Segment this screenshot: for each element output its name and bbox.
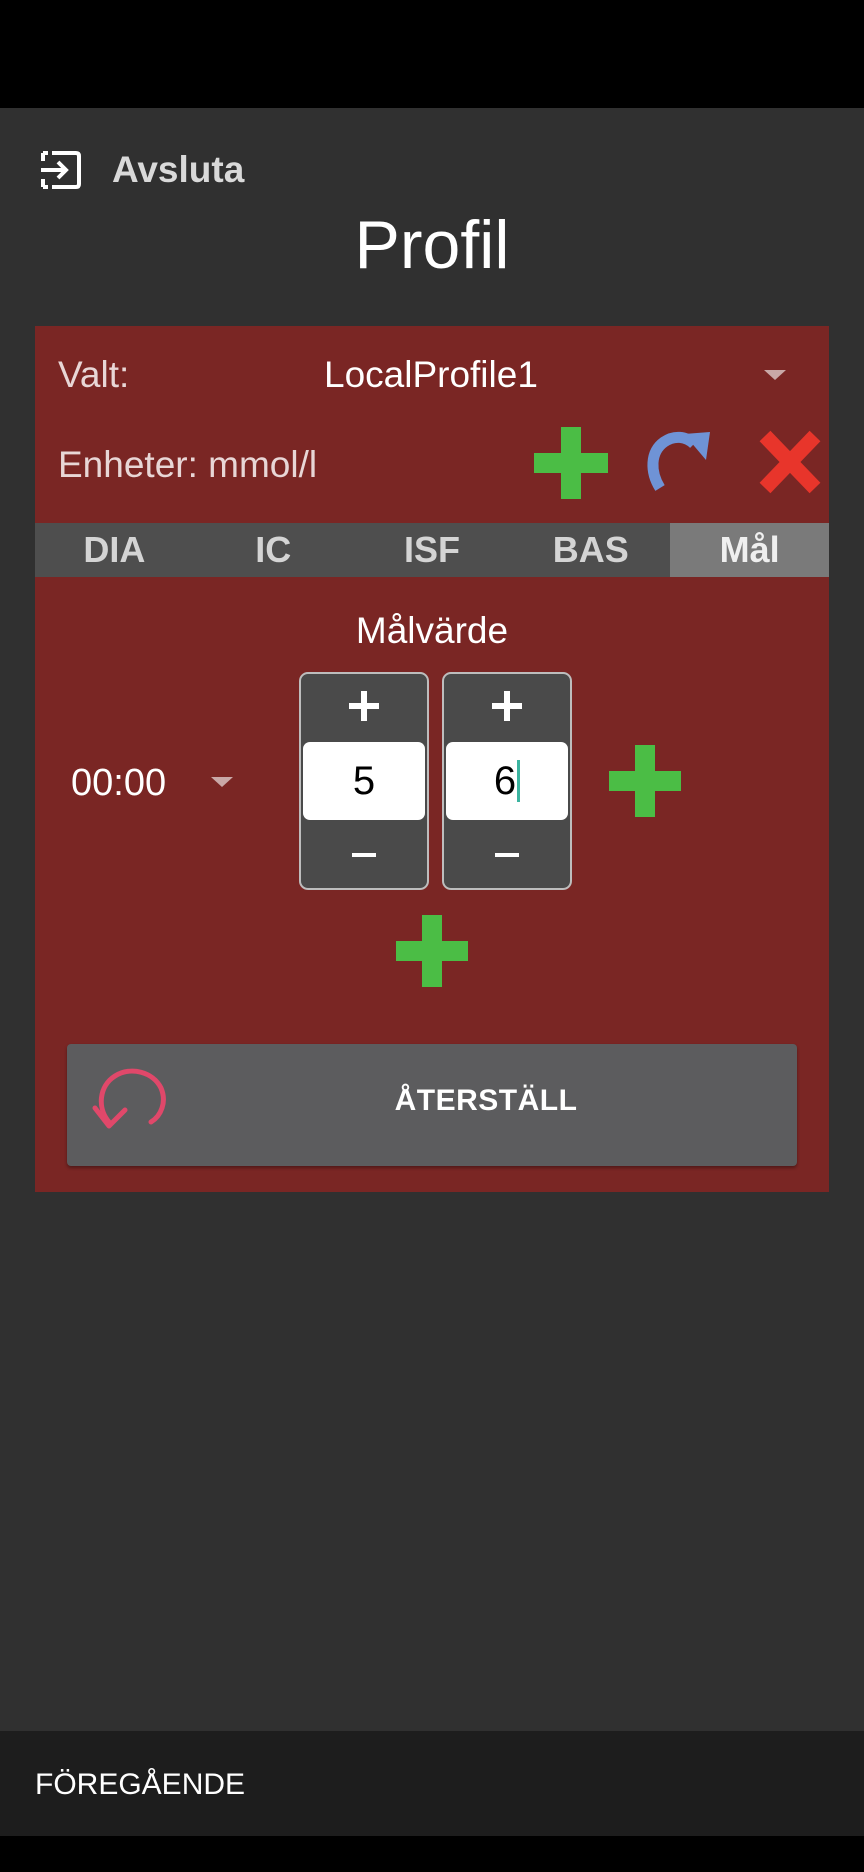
add-icon	[609, 745, 681, 817]
high-target-input[interactable]: 6	[446, 742, 568, 820]
reset-label: ÅTERSTÄLL	[394, 1084, 578, 1117]
low-target-stepper: 5	[299, 672, 429, 890]
clone-profile-icon	[647, 431, 710, 491]
profile-name: LocalProfile1	[324, 354, 538, 395]
navigation-bar	[0, 1836, 864, 1872]
clone-profile-button[interactable]	[646, 428, 712, 497]
tab-isf[interactable]: ISF	[353, 523, 512, 577]
tab-bas[interactable]: BAS	[511, 523, 670, 577]
chevron-down-icon	[211, 777, 233, 787]
delete-profile-button[interactable]	[757, 430, 823, 499]
reset-button[interactable]: ÅTERSTÄLL	[67, 1044, 797, 1166]
high-target-stepper: 6	[442, 672, 572, 890]
time-value: 00:00	[71, 762, 167, 804]
low-target-input[interactable]: 5	[303, 742, 425, 820]
exit-button[interactable]: Avsluta	[38, 148, 244, 192]
plus-icon	[492, 691, 522, 721]
add-row-after-button[interactable]	[609, 745, 681, 822]
low-increment-button[interactable]	[301, 674, 427, 738]
page-title: Profil	[354, 207, 510, 283]
exit-icon	[38, 149, 82, 191]
add-profile-button[interactable]	[534, 427, 608, 504]
add-profile-icon	[534, 427, 608, 499]
low-decrement-button[interactable]	[301, 824, 427, 888]
delete-profile-icon	[759, 430, 821, 494]
plus-icon	[349, 691, 379, 721]
tab-dia[interactable]: DIA	[35, 523, 194, 577]
add-row-button[interactable]	[396, 915, 468, 992]
profile-tabs: DIA IC ISF BAS Mål	[35, 523, 829, 577]
minus-icon	[352, 853, 376, 857]
chevron-down-icon	[764, 370, 786, 380]
high-decrement-button[interactable]	[444, 824, 570, 888]
add-icon	[396, 915, 468, 987]
profile-select[interactable]: LocalProfile1	[300, 344, 800, 404]
selected-profile-label: Valt:	[58, 354, 130, 395]
high-target-value: 6	[493, 758, 517, 803]
status-bar	[0, 0, 864, 108]
tab-ic[interactable]: IC	[194, 523, 353, 577]
units-label: Enheter: mmol/l	[58, 444, 318, 485]
minus-icon	[495, 853, 519, 857]
tab-mal[interactable]: Mål	[670, 523, 829, 577]
exit-label: Avsluta	[112, 149, 245, 190]
previous-button[interactable]: FÖREGÅENDE	[35, 1768, 245, 1802]
target-title: Målvärde	[355, 610, 509, 651]
high-increment-button[interactable]	[444, 674, 570, 738]
text-cursor	[517, 760, 521, 802]
